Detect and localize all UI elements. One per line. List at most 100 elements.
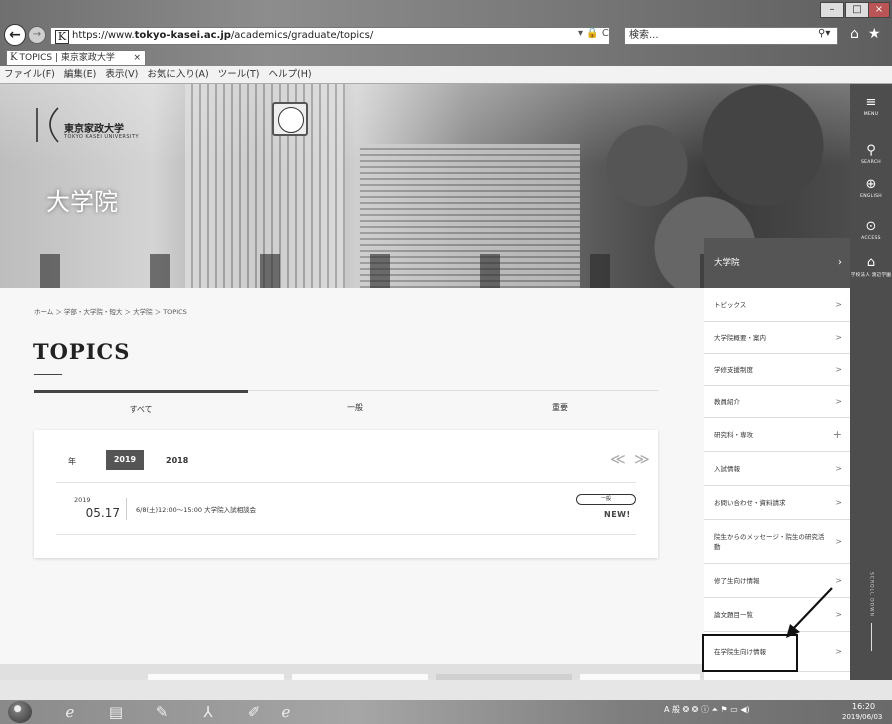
windows-taskbar: ℯ ▤ ✎ ⅄ ✐ ℯ A 般 ❂ ❂ ⓘ ⏶ ⚑ ▭ ◀) 16:20 201… (0, 700, 892, 724)
footer-slot (148, 674, 284, 680)
chevron-right-icon: > (835, 464, 842, 473)
english-label: ENGLISH (860, 194, 882, 199)
system-tray[interactable]: A 般 ❂ ❂ ⓘ ⏶ ⚑ ▭ ◀) (664, 704, 750, 715)
dropdown-item-label: お問い合わせ・資料請求 (714, 498, 786, 507)
site-sidebar: ≡ MENU ⚲ SEARCH ⊕ ENGLISH ⊙ ACCESS ⌂ 学校法… (850, 84, 892, 680)
page-title: TOPICS (33, 339, 131, 364)
divider (126, 498, 127, 520)
chevron-right-icon: > (835, 498, 842, 507)
chevron-right-icon: > (835, 537, 842, 546)
menu-help[interactable]: ヘルプ(H) (269, 69, 312, 80)
minimize-button[interactable]: – (820, 2, 844, 18)
chevron-right-icon: > (835, 647, 842, 656)
year-button-2019[interactable]: 2019 (106, 450, 144, 470)
menu-button[interactable]: ≡ MENU (850, 95, 892, 118)
menu-label: MENU (863, 112, 879, 117)
access-button[interactable]: ⊙ ACCESS (850, 220, 892, 242)
address-bar[interactable]: Khttps://www.tokyo-kasei.ac.jp/academics… (50, 27, 610, 45)
url-host: tokyo-kasei.ac.jp (134, 30, 231, 41)
news-title-link[interactable]: 6/8(土)12:00～15:00 大学院入試相談会 (136, 504, 256, 514)
browser-tab[interactable]: K TOPICS | 東京家政大学 × (6, 50, 146, 65)
dropdown-item[interactable]: 入試情報 > (704, 452, 850, 486)
tab-general[interactable]: 一般 (248, 390, 462, 420)
access-label: ACCESS (861, 236, 881, 241)
hero-title: 大学院 (46, 188, 118, 216)
dropdown-item-label: 研究科・専攻 (714, 430, 753, 439)
dropdown-header-label: 大学院 (714, 258, 740, 268)
hamburger-icon: ≡ (865, 95, 877, 110)
clock-date[interactable]: 2019/06/03 (842, 713, 882, 721)
menu-file[interactable]: ファイル(F) (4, 69, 55, 80)
divider (56, 482, 636, 483)
scroll-line (870, 622, 872, 651)
ime-indicator[interactable]: A 般 (664, 705, 680, 714)
topics-card: 年 2019 2018 ≪ ≫ 2019 05.17 6/8(土)12:00～1… (34, 430, 658, 558)
dropdown-header[interactable]: 大学院 › (704, 238, 850, 288)
news-year: 2019 (74, 496, 91, 504)
site-favicon-icon: K (55, 30, 69, 44)
tab-close-icon[interactable]: × (133, 51, 141, 65)
university-logo-icon[interactable] (34, 106, 60, 144)
category-badge: 一般 (576, 494, 636, 505)
tab-all[interactable]: すべて (34, 390, 248, 420)
list-item[interactable]: 2019 05.17 6/8(土)12:00～15:00 大学院入試相談会 一般… (56, 488, 636, 530)
menu-favorites[interactable]: お気に入り(A) (147, 69, 208, 80)
chevron-right-icon: > (835, 576, 842, 585)
corporation-button[interactable]: ⌂ 学校法人 渡辺学園 (850, 255, 892, 279)
address-bar-icons[interactable]: ▾ 🔒 C (578, 28, 609, 39)
tab-favicon-icon: K (10, 52, 18, 63)
breadcrumb[interactable]: ホーム ＞ 学部・大学院・短大 ＞ 大学院 ＞ TOPICS (34, 306, 187, 316)
search-icon[interactable]: ⚲▾ (818, 28, 830, 39)
search-button[interactable]: ⚲ SEARCH (850, 144, 892, 166)
dropdown-item[interactable]: 学修支援制度 > (704, 354, 850, 386)
start-button[interactable] (8, 701, 32, 723)
dropdown-item[interactable]: 研究科・専攻 + (704, 418, 850, 452)
back-button[interactable]: ← (4, 24, 26, 46)
url-prefix: https://www. (72, 30, 135, 41)
logo-name[interactable]: 東京家政大学 (64, 120, 124, 135)
tool-icon[interactable]: ✎ (150, 702, 174, 722)
search-label: SEARCH (860, 160, 881, 165)
home-icon[interactable]: ⌂ (850, 26, 859, 42)
dropdown-item[interactable]: 大学院概要・案内 > (704, 322, 850, 354)
menu-edit[interactable]: 編集(E) (64, 69, 96, 80)
clock-time[interactable]: 16:20 (852, 702, 875, 711)
menu-view[interactable]: 表示(V) (105, 69, 138, 80)
web-page: 東京家政大学 TOKYO KASEI UNIVERSITY 大学院 ホーム ＞ … (0, 84, 850, 680)
filter-tabs: すべて 一般 重要 (34, 390, 658, 420)
next-page-icon[interactable]: ≫ (634, 450, 650, 468)
prev-page-icon[interactable]: ≪ (610, 450, 626, 468)
paint-icon[interactable]: ✐ (242, 702, 266, 722)
scroll-down-indicator: SCROLL DOWN (850, 572, 892, 651)
explorer-icon[interactable]: ▤ (104, 702, 128, 722)
annotation-arrow-icon (786, 587, 833, 638)
logo-subtitle: TOKYO KASEI UNIVERSITY (64, 134, 140, 140)
globe-icon: ⊕ (865, 177, 877, 192)
ie-active-icon[interactable]: ℯ (274, 702, 298, 722)
dropdown-item-label: 院生からのメッセージ・院生の研究活動 (714, 532, 825, 551)
close-window-button[interactable]: × (868, 2, 890, 18)
dropdown-item[interactable]: トピックス > (704, 288, 850, 322)
chevron-right-icon: > (835, 333, 842, 342)
dropdown-item[interactable]: お問い合わせ・資料請求 > (704, 486, 850, 520)
corporation-label: 学校法人 渡辺学園 (850, 273, 892, 278)
favorites-star-icon[interactable]: ★ (868, 26, 881, 42)
english-button[interactable]: ⊕ ENGLISH (850, 177, 892, 200)
pdf-icon[interactable]: ⅄ (196, 702, 220, 722)
building-icon: ⌂ (866, 255, 876, 270)
chevron-right-icon: > (835, 300, 842, 309)
dropdown-item-label: トピックス (714, 300, 747, 309)
scroll-down-label: SCROLL DOWN (868, 572, 874, 617)
dropdown-item-label: 在学院生向け情報 (714, 647, 766, 656)
tab-important[interactable]: 重要 (462, 390, 658, 420)
year-label: 年 (68, 457, 76, 466)
maximize-button[interactable]: □ (845, 2, 869, 18)
year-button-2018[interactable]: 2018 (166, 456, 188, 465)
menu-tools[interactable]: ツール(T) (218, 69, 260, 80)
forward-button[interactable]: → (28, 26, 46, 44)
dropdown-item[interactable]: 院生からのメッセージ・院生の研究活動 > (704, 520, 850, 564)
browser-search-input[interactable]: 検索... (624, 27, 838, 45)
chevron-right-icon: > (835, 610, 842, 619)
dropdown-item[interactable]: 教員紹介 > (704, 386, 850, 418)
ie-icon[interactable]: ℯ (58, 702, 82, 722)
